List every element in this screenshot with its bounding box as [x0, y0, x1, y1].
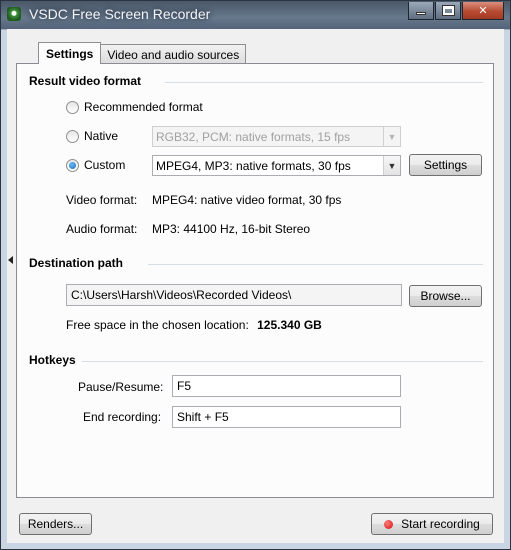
custom-format-value: MPEG4, MP3: native formats, 30 fps — [156, 158, 351, 173]
free-space-row: Free space in the chosen location: 125.3… — [66, 318, 322, 332]
start-recording-button[interactable]: Start recording — [371, 513, 493, 535]
radio-icon[interactable] — [66, 100, 79, 114]
section-divider — [165, 82, 483, 83]
radio-recommended-label: Recommended format — [84, 100, 203, 114]
radio-icon[interactable] — [66, 158, 79, 172]
app-window: VSDC Free Screen Recorder ✕ Settings Vid… — [0, 0, 511, 550]
record-icon — [384, 519, 394, 529]
radio-native[interactable]: Native — [66, 129, 118, 143]
maximize-icon — [441, 5, 455, 16]
free-space-value: 125.340 GB — [257, 318, 322, 332]
native-format-value: RGB32, PCM: native formats, 15 fps — [156, 129, 351, 144]
pause-resume-hotkey-field[interactable]: F5 — [172, 375, 401, 397]
app-logo-icon — [7, 7, 21, 21]
tab-video-audio-sources[interactable]: Video and audio sources — [100, 44, 247, 64]
client-area: Settings Video and audio sources Result … — [7, 29, 504, 543]
radio-native-label: Native — [84, 129, 119, 143]
video-format-value: MPEG4: native video format, 30 fps — [152, 193, 342, 207]
result-video-format-heading: Result video format — [29, 74, 142, 88]
audio-format-label: Audio format: — [66, 222, 138, 236]
tab-settings[interactable]: Settings — [38, 42, 102, 64]
minimize-icon — [416, 12, 426, 15]
end-recording-label: End recording: — [83, 410, 162, 424]
radio-custom[interactable]: Custom — [66, 158, 125, 172]
settings-panel: Result video format Recommended format N… — [16, 63, 494, 498]
hotkeys-heading: Hotkeys — [29, 353, 76, 367]
section-divider — [82, 361, 483, 362]
renders-button[interactable]: Renders... — [19, 513, 92, 535]
custom-format-select[interactable]: MPEG4, MP3: native formats, 30 fps ▼ — [152, 155, 401, 176]
close-icon: ✕ — [478, 4, 488, 17]
pause-resume-label: Pause/Resume: — [78, 380, 164, 394]
end-recording-hotkey-field[interactable]: Shift + F5 — [172, 406, 401, 428]
section-divider — [148, 264, 483, 265]
maximize-button[interactable] — [435, 2, 461, 20]
window-controls: ✕ — [408, 2, 504, 20]
window-title: VSDC Free Screen Recorder — [29, 6, 211, 22]
destination-path-field[interactable]: C:\Users\Harsh\Videos\Recorded Videos\ — [66, 284, 402, 306]
chevron-down-icon[interactable]: ▼ — [383, 127, 400, 146]
chevron-down-icon[interactable]: ▼ — [383, 156, 400, 175]
minimize-button[interactable] — [408, 2, 434, 20]
title-bar[interactable]: VSDC Free Screen Recorder ✕ — [1, 1, 510, 29]
radio-recommended-format[interactable]: Recommended format — [66, 100, 203, 114]
free-space-label: Free space in the chosen location: — [66, 318, 249, 332]
audio-format-value: MP3: 44100 Hz, 16-bit Stereo — [152, 222, 311, 236]
browse-button[interactable]: Browse... — [409, 285, 482, 307]
close-button[interactable]: ✕ — [462, 2, 504, 20]
native-format-select[interactable]: RGB32, PCM: native formats, 15 fps ▼ — [152, 126, 401, 147]
collapse-arrow-icon[interactable] — [8, 256, 13, 264]
start-recording-label: Start recording — [401, 517, 480, 531]
radio-selected-dot — [69, 161, 76, 169]
tab-strip: Settings Video and audio sources — [38, 42, 247, 64]
settings-button[interactable]: Settings — [409, 154, 482, 176]
destination-path-heading: Destination path — [29, 256, 124, 270]
video-format-label: Video format: — [66, 193, 138, 207]
radio-icon[interactable] — [66, 129, 79, 143]
radio-custom-label: Custom — [84, 158, 126, 172]
